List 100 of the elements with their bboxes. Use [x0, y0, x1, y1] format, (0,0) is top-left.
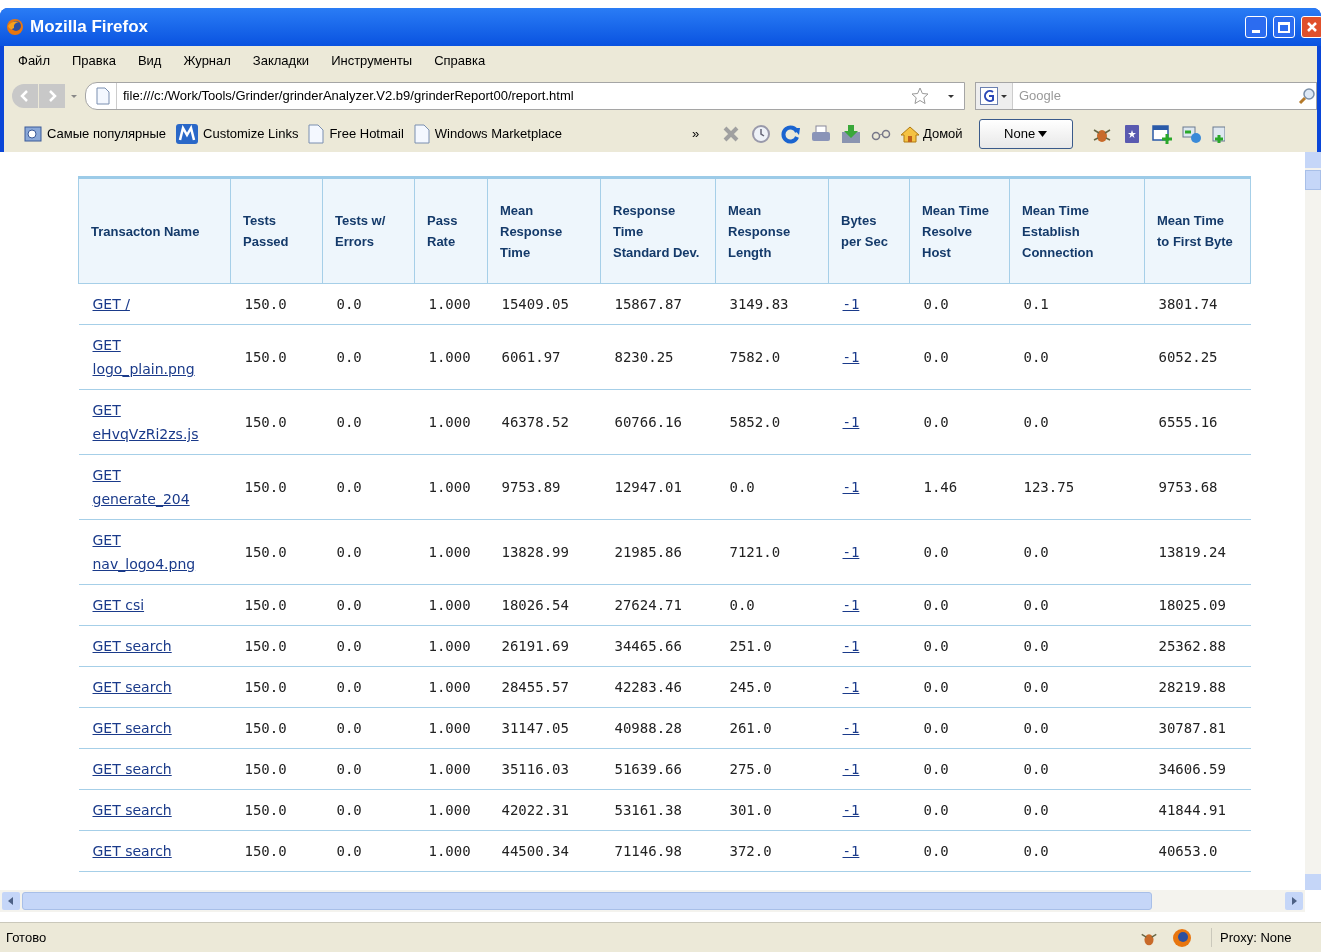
table-cell: 150.0	[244, 348, 287, 365]
table-cell: 1.000	[428, 348, 471, 365]
proxy-status[interactable]: Proxy: None	[1211, 927, 1321, 948]
table-cell: 0.0	[923, 348, 949, 365]
bytes-link[interactable]: -1	[842, 760, 860, 777]
address-field[interactable]: file:///c:/Work/Tools/Grinder/grinderAnalyzer.V2.b9/grinderReport00/report.html	[85, 82, 965, 110]
table-cell: 0.0	[336, 719, 362, 736]
bytes-link[interactable]: -1	[842, 295, 860, 312]
bytes-link[interactable]: -1	[842, 637, 860, 654]
table-cell: 0.0	[923, 543, 949, 560]
bytes-link[interactable]: -1	[842, 801, 860, 818]
column-header: Bytes per Sec	[828, 177, 910, 284]
menu-item[interactable]: Справка	[434, 51, 486, 71]
table-cell: 15867.87	[614, 295, 682, 312]
transaction-link[interactable]: GET logo_plain.png	[92, 333, 217, 381]
close-button[interactable]	[1301, 16, 1321, 38]
search-icon[interactable]	[1298, 87, 1316, 105]
transaction-link[interactable]: GET nav_logo4.png	[92, 528, 217, 576]
transaction-link[interactable]: GET search	[92, 757, 217, 781]
table-cell: 18025.09	[1158, 596, 1226, 613]
menu-item[interactable]: Закладки	[252, 51, 310, 71]
table-cell: 0.0	[336, 760, 362, 777]
scroll-right-button[interactable]	[1285, 892, 1303, 910]
page-icon	[413, 124, 430, 144]
minimize-icon	[1252, 30, 1260, 33]
minimize-button[interactable]	[1245, 16, 1267, 38]
table-cell: 0.0	[1023, 596, 1049, 613]
table-cell: 0.0	[1023, 543, 1049, 560]
transaction-link[interactable]: GET /	[92, 292, 217, 316]
table-cell: 0.0	[923, 637, 949, 654]
table-cell: 0.0	[923, 760, 949, 777]
table-cell: 150.0	[244, 295, 287, 312]
table-cell: 245.0	[729, 678, 772, 695]
table-cell: 0.0	[1023, 348, 1049, 365]
g-logo-icon[interactable]	[980, 87, 998, 105]
vertical-scrollbar[interactable]	[1305, 152, 1321, 890]
bytes-link[interactable]: -1	[842, 413, 860, 430]
table-cell: 6061.97	[501, 348, 561, 365]
transaction-link[interactable]: GET search	[92, 839, 217, 863]
transaction-link[interactable]: GET generate_204	[92, 463, 217, 511]
table-cell: 18026.54	[501, 596, 569, 613]
transaction-link[interactable]: GET search	[92, 798, 217, 822]
menu-item[interactable]: Инструменты	[331, 51, 413, 71]
bookmark-link[interactable]: Самые популярные	[24, 124, 167, 144]
bytes-link[interactable]: -1	[842, 719, 860, 736]
table-cell: 1.46	[923, 478, 958, 495]
bytes-link[interactable]: -1	[842, 543, 860, 560]
bytes-link[interactable]: -1	[842, 596, 860, 613]
bookmark-link[interactable]: Customize Links	[176, 124, 299, 144]
new-window-icon[interactable]	[1150, 123, 1173, 145]
table-cell: 0.0	[336, 413, 362, 430]
transaction-link[interactable]: GET search	[92, 716, 217, 740]
search-field[interactable]: Google	[1013, 86, 1298, 106]
transaction-link[interactable]: GET search	[92, 675, 217, 699]
column-header: Mean Time Resolve Host	[909, 177, 1010, 284]
table-cell: 6555.16	[1158, 413, 1218, 430]
maximize-button[interactable]	[1273, 16, 1295, 38]
bookmark-link[interactable]: Windows Marketplace	[413, 124, 562, 144]
menu-item[interactable]: Вид	[137, 51, 162, 71]
reload-icon[interactable]	[780, 123, 802, 145]
transaction-link[interactable]: GET search	[92, 634, 217, 658]
table-cell: 0.0	[336, 348, 362, 365]
transaction-link[interactable]: GET eHvqVzRi2zs.js	[92, 398, 217, 446]
scroll-left-button[interactable]	[2, 892, 20, 910]
download-icon[interactable]	[840, 123, 862, 145]
star-icon[interactable]	[910, 86, 930, 106]
search-bar[interactable]: Google	[975, 82, 1317, 110]
table-cell: 13828.99	[501, 543, 569, 560]
bookmark-link[interactable]: Free Hotmail	[308, 124, 404, 144]
page-icon	[96, 87, 110, 105]
bytes-link[interactable]: -1	[842, 842, 860, 859]
menu-item[interactable]: Журнал	[183, 51, 231, 71]
home-button[interactable]: Домой	[900, 124, 963, 144]
table-cell: 0.0	[336, 801, 362, 818]
table-cell: 1.000	[428, 678, 471, 695]
bytes-link[interactable]: -1	[842, 678, 860, 695]
table-cell: 0.0	[923, 719, 949, 736]
dropdown-icon[interactable]	[1000, 92, 1008, 100]
proxy-dropdown[interactable]: None	[978, 119, 1073, 149]
page-icon	[308, 124, 325, 144]
bytes-link[interactable]: -1	[842, 348, 860, 365]
table-cell: 46378.52	[501, 413, 569, 430]
menu-item[interactable]: Правка	[71, 51, 116, 71]
transaction-link[interactable]: GET csi	[92, 593, 217, 617]
overflow-chevron[interactable]: »	[692, 124, 712, 144]
table-cell: 0.0	[923, 678, 949, 695]
table-cell: 1.000	[428, 842, 471, 859]
menu-item[interactable]: Файл	[18, 51, 50, 71]
horizontal-scrollbar[interactable]	[0, 890, 1305, 912]
table-cell: 0.0	[923, 842, 949, 859]
clock-icon[interactable]	[750, 123, 772, 145]
table-cell: 51639.66	[614, 760, 682, 777]
table-cell: 0.0	[923, 413, 949, 430]
table-cell: 150.0	[244, 801, 287, 818]
table-cell: 6052.25	[1158, 348, 1218, 365]
scrollbar-thumb[interactable]	[22, 892, 1152, 910]
table-cell: 150.0	[244, 760, 287, 777]
table-cell: 15409.05	[501, 295, 569, 312]
add-icon[interactable]	[1210, 123, 1225, 145]
bytes-link[interactable]: -1	[842, 478, 860, 495]
